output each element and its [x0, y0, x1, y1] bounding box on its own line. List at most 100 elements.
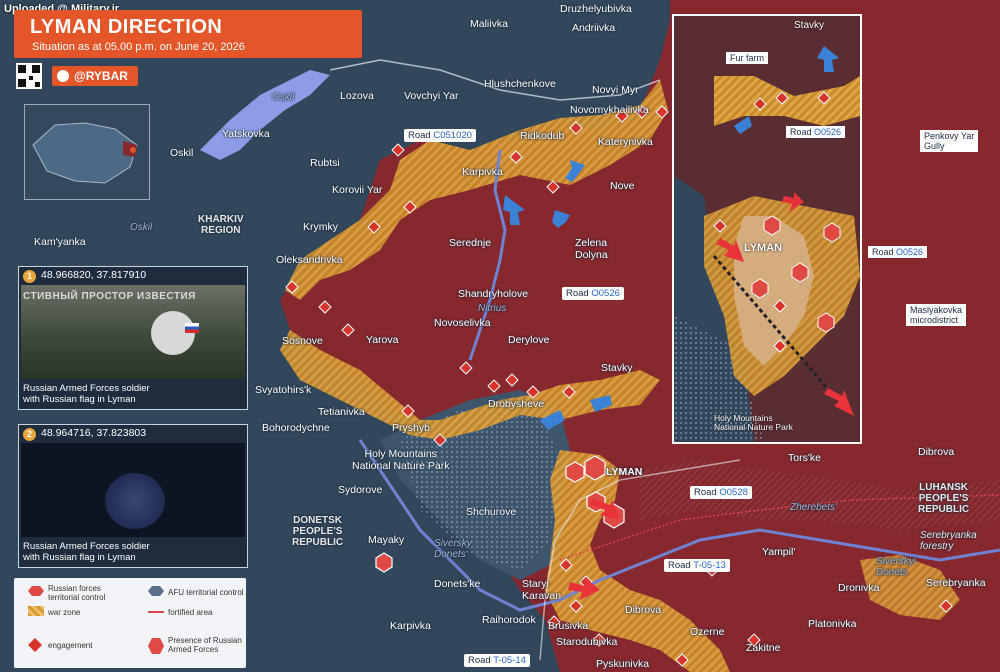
- satellite-dish-icon: [151, 311, 195, 355]
- telegram-handle[interactable]: @RYBAR: [52, 66, 138, 86]
- label-kamyanka: Kam'yanka: [34, 236, 86, 248]
- panel-caption: Russian Armed Forces soldier with Russia…: [23, 541, 150, 563]
- label-starodubivka: Starodubivka: [556, 636, 618, 648]
- map-legend: Russian forces territorial control AFU t…: [14, 578, 246, 668]
- legend-russian-control: Russian forces territorial control: [48, 584, 106, 602]
- legend-fortified: fortified area: [168, 608, 213, 617]
- inset-label-lyman: LYMAN: [744, 242, 783, 254]
- label-andriivka: Andriivka: [572, 22, 616, 34]
- handle-text: @RYBAR: [74, 69, 128, 83]
- legend-afu-control: AFU territorial control: [168, 588, 244, 597]
- label-karpivka: Karpivka: [462, 166, 503, 178]
- panel-caption: Russian Armed Forces soldier with Russia…: [23, 383, 150, 405]
- inset-label-holy-mountains: Holy Mountains National Nature Park: [714, 413, 793, 432]
- label-novomykhailivka: Novomykhailivka: [570, 104, 649, 116]
- label-siversky-donets-e: Siverskyi Donets: [876, 556, 917, 578]
- label-yatskovka: Yatskovka: [222, 128, 270, 140]
- label-brusivka: Brusivka: [548, 620, 589, 632]
- label-kharkiv-region: KHARKIV REGION: [198, 214, 244, 236]
- legend-afu-swatch: [148, 586, 164, 596]
- road-o0526: Road O0526: [562, 287, 624, 300]
- photo-panel-1[interactable]: 1 48.966820, 37.817910 СТИВНЫЙ ПРОСТОР И…: [18, 266, 248, 410]
- label-lozova: Lozova: [340, 90, 374, 102]
- label-holy-mountains: Holy Mountains National Nature Park: [352, 448, 450, 472]
- label-bohorodychne: Bohorodychne: [262, 422, 330, 434]
- label-pyskunivka: Pyskunivka: [596, 658, 650, 670]
- label-druzhelyubivka: Druzhelyubivka: [560, 3, 632, 15]
- label-maslyakovka: Maslyakovka microdistrict: [906, 304, 967, 326]
- photo-overlay-text: СТИВНЫЙ ПРОСТОР ИЗВЕСТИЯ: [23, 291, 196, 302]
- panel-number: 2: [23, 428, 36, 441]
- road-c051020: Road C051020: [404, 129, 476, 142]
- label-yampil: Yampil': [762, 546, 796, 558]
- minimap-location-icon: [130, 147, 136, 153]
- label-platonivka: Platonivka: [808, 618, 857, 630]
- label-stavky: Stavky: [601, 362, 633, 374]
- label-serebryanka: Serebryanka: [926, 577, 986, 589]
- label-yarova: Yarova: [366, 334, 399, 346]
- label-ridkodub: Ridkodub: [520, 130, 565, 142]
- label-sosnove: Sosnove: [282, 335, 323, 347]
- panel-number: 1: [23, 270, 36, 283]
- label-oskil-river: Oskil: [130, 222, 153, 233]
- label-zherebets: Zherebets': [790, 502, 837, 513]
- overview-minimap: [24, 104, 150, 200]
- label-dronivka: Dronivka: [838, 582, 880, 594]
- inset-label-stavky: Stavky: [794, 20, 825, 31]
- label-shchurove: Shchurove: [466, 506, 517, 518]
- label-penkovy-yar: Penkovy Yar Gully: [920, 130, 979, 152]
- label-oskil-reservoir: Oskil: [272, 92, 295, 103]
- label-siversky-donets: Siversky Donets: [434, 538, 472, 560]
- label-dibrova-e: Dibrova: [918, 446, 955, 458]
- telegram-icon: [57, 70, 69, 82]
- label-staryi-karavan: Staryi Karavan: [522, 578, 562, 602]
- label-katerynivka: Katerynivka: [598, 136, 653, 148]
- flag-icon: [185, 323, 199, 333]
- panel-photo: [21, 443, 245, 537]
- road-t-05-14: Road T-05-14: [464, 654, 530, 667]
- label-oskil: Oskil: [170, 147, 194, 159]
- legend-war-zone: war zone: [48, 608, 81, 617]
- legend-engagement: engagement: [48, 641, 93, 650]
- label-krymky: Krymky: [303, 221, 338, 233]
- label-dibrova-s: Dibrova: [625, 604, 662, 616]
- page-subtitle: Situation as at 05.00 p.m. on June 20, 2…: [32, 41, 245, 53]
- legend-presence: Presence of Russian Armed Forces: [168, 636, 242, 654]
- photo-panel-2[interactable]: 2 48.964716, 37.823803 Russian Armed For…: [18, 424, 248, 568]
- label-torske: Tors'ke: [788, 452, 821, 464]
- label-zelena-dolyna: Zelena Dolyna: [575, 237, 608, 261]
- label-lyman: LYMAN: [606, 466, 643, 478]
- minimap-shape: [32, 122, 138, 184]
- label-seredne: Serednje: [449, 237, 492, 249]
- label-donetsk-republic: DONETSK PEOPLE'S REPUBLIC: [292, 515, 344, 548]
- label-karpivka-s: Karpivka: [390, 620, 431, 632]
- label-drobysheve: Drobysheve: [488, 398, 545, 410]
- label-nitrius: Nitrius: [478, 303, 507, 314]
- lyman-inset-map: Stavky Fur farm Road O0526 LYMAN Holy Mo…: [672, 14, 862, 444]
- legend-russian-swatch: [28, 586, 44, 596]
- label-luhansk-republic: LUHANSK PEOPLE'S REPUBLIC: [918, 482, 970, 515]
- inset-canvas: [674, 16, 860, 442]
- label-serebryanka-forestry: Serebryanka forestry: [920, 530, 977, 552]
- legend-fortified-swatch: [148, 611, 164, 613]
- label-vovchyi-yar: Vovchyi Yar: [404, 90, 459, 102]
- label-oleksandrivka: Oleksandrivka: [276, 254, 343, 266]
- label-donetske: Donets'ke: [434, 578, 481, 590]
- panel-coordinates: 48.964716, 37.823803: [41, 427, 147, 439]
- drone-lens-icon: [105, 473, 165, 529]
- label-mayaky: Mayaky: [368, 534, 405, 546]
- label-novyi-myr: Novyi Myr: [592, 84, 639, 96]
- label-zakitne: Zakitne: [746, 642, 781, 654]
- panel-coordinates: 48.966820, 37.817910: [41, 269, 147, 281]
- inset-road-o0526-a: Road O0526: [786, 126, 846, 138]
- label-hlushchenkove: Hlushchenkove: [484, 78, 556, 90]
- panel-photo: СТИВНЫЙ ПРОСТОР ИЗВЕСТИЯ: [21, 285, 245, 379]
- label-shandryholove: Shandryholove: [458, 288, 529, 300]
- label-raihorodok: Raihorodok: [482, 614, 536, 626]
- label-maliivka: Maliivka: [470, 18, 508, 30]
- inset-label-fur-farm: Fur farm: [726, 52, 769, 64]
- label-tetianivka: Tetianivka: [318, 406, 365, 418]
- qr-code-icon: [16, 63, 42, 89]
- engagement-icon: [28, 638, 42, 652]
- legend-war-zone-swatch: [28, 606, 44, 616]
